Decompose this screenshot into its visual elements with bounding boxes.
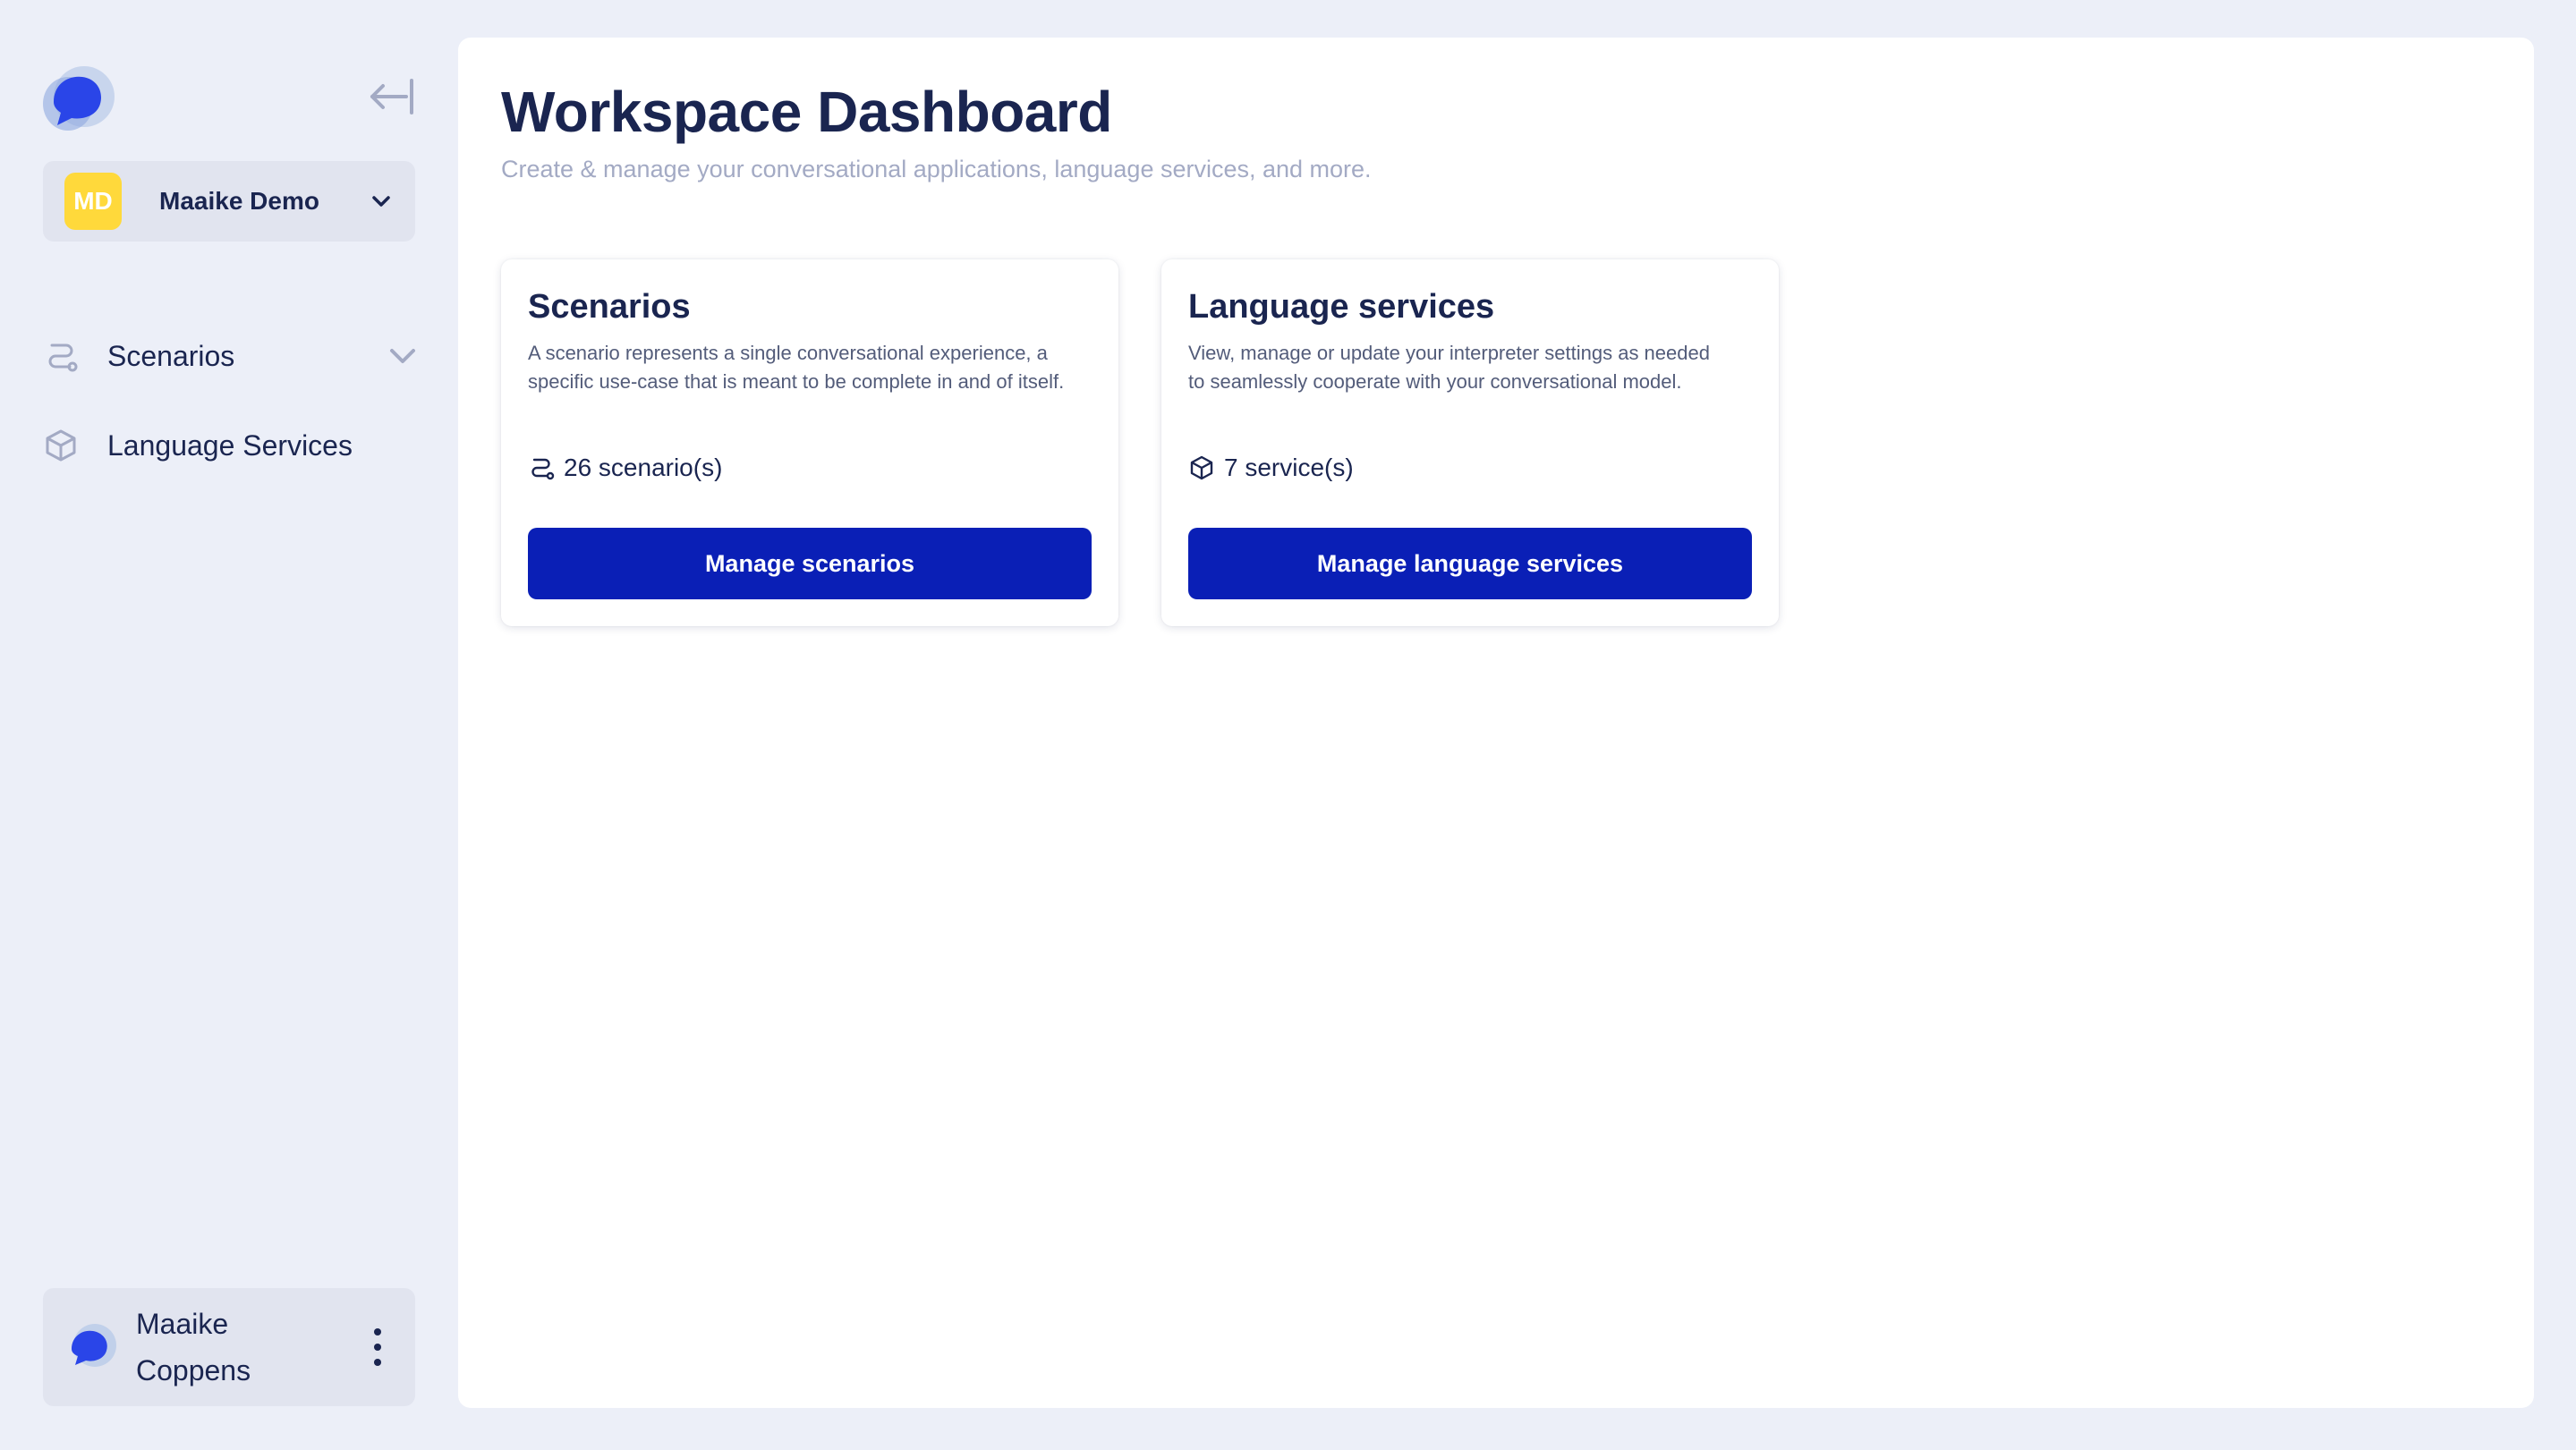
kebab-menu-icon[interactable]	[361, 1320, 394, 1374]
workspace-avatar: MD	[64, 173, 122, 230]
card-description: View, manage or update your interpreter …	[1188, 342, 1710, 393]
sidebar: MD Maaike Demo Scenarios Language Servic…	[0, 0, 458, 1450]
app-root: MD Maaike Demo Scenarios Language Servic…	[0, 0, 2576, 1450]
language-services-card: Language services View, manage or update…	[1161, 259, 1779, 626]
chevron-down-icon[interactable]	[387, 340, 419, 372]
service-count: 7 service(s)	[1188, 454, 1752, 482]
workspace-switcher[interactable]: MD Maaike Demo	[43, 161, 415, 242]
manage-scenarios-button[interactable]: Manage scenarios	[528, 528, 1092, 599]
user-avatar	[64, 1320, 118, 1374]
user-name: Maaike Coppens	[136, 1301, 361, 1394]
user-last-name: Coppens	[136, 1354, 251, 1386]
sidebar-item-label: Scenarios	[107, 339, 235, 372]
user-profile-card[interactable]: Maaike Coppens	[43, 1288, 415, 1406]
sidebar-item-scenarios[interactable]: Scenarios	[43, 327, 419, 385]
sidebar-item-language-services[interactable]: Language Services	[43, 417, 419, 474]
app-logo-icon[interactable]	[41, 63, 116, 134]
count-text: 7 service(s)	[1224, 454, 1354, 481]
scenario-count: 26 scenario(s)	[528, 454, 1092, 482]
chevron-down-icon	[372, 196, 390, 207]
card-title: Scenarios	[528, 288, 691, 326]
workspace-name: Maaike Demo	[159, 187, 319, 215]
count-text: 26 scenario(s)	[564, 454, 723, 481]
scenarios-card: Scenarios A scenario represents a single…	[501, 259, 1118, 626]
cube-icon	[1190, 455, 1213, 480]
main-panel: Workspace Dashboard Create & manage your…	[458, 38, 2534, 1408]
card-description: A scenario represents a single conversat…	[528, 342, 1065, 393]
collapse-sidebar-icon[interactable]	[367, 77, 417, 116]
page-title: Workspace Dashboard	[501, 80, 1112, 144]
scenario-flow-icon	[43, 338, 79, 374]
scenario-flow-icon	[531, 458, 555, 480]
card-title: Language services	[1188, 288, 1495, 326]
user-first-name: Maaike	[136, 1308, 229, 1340]
sidebar-item-label: Language Services	[107, 428, 353, 462]
page-subtitle: Create & manage your conversational appl…	[501, 156, 1372, 182]
manage-language-services-button[interactable]: Manage language services	[1188, 528, 1752, 599]
cube-icon	[43, 428, 79, 463]
